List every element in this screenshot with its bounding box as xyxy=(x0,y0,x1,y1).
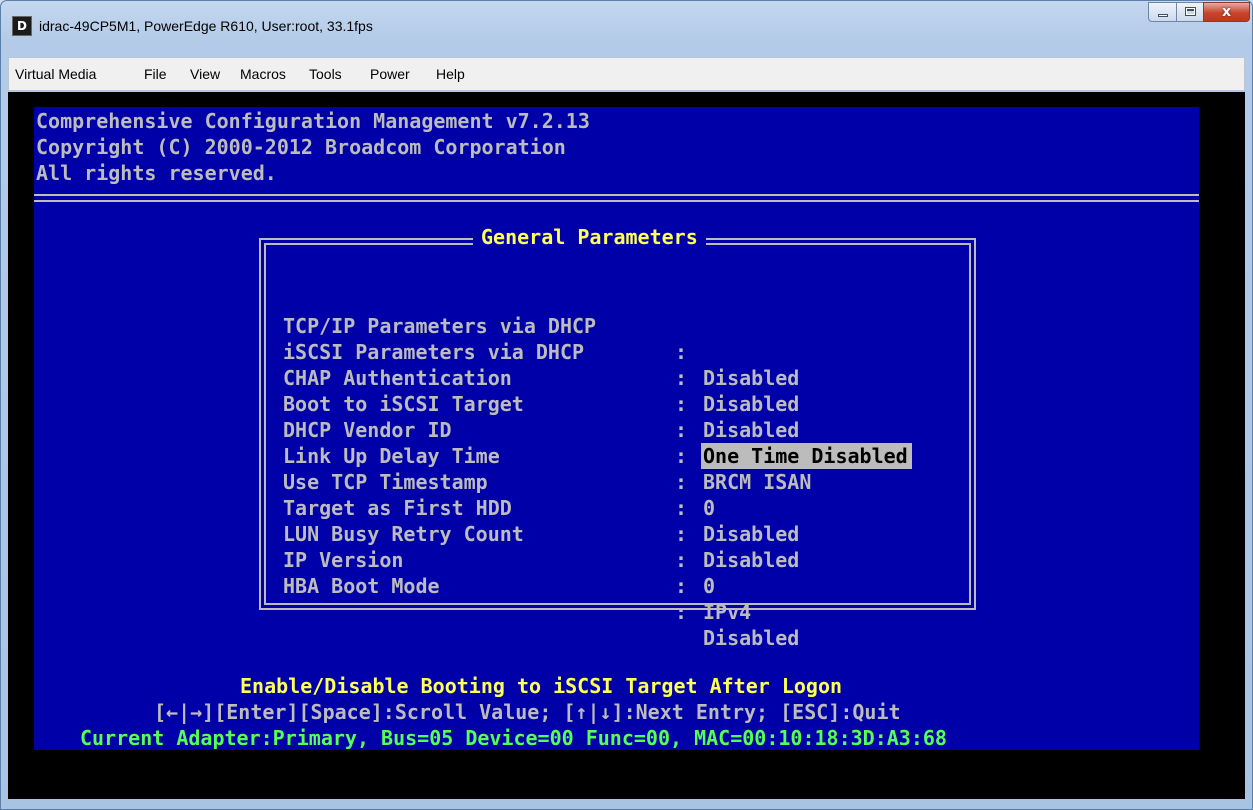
app-icon[interactable]: D xyxy=(12,16,32,36)
param-label: HBA Boot Mode xyxy=(283,574,440,598)
param-value-selected[interactable]: One Time Disabled xyxy=(701,443,912,469)
param-colon: : xyxy=(675,470,688,494)
param-colon: : xyxy=(675,548,688,572)
param-row-selected[interactable]: Boot to iSCSI Target : One Time Disabled xyxy=(283,365,912,469)
maximize-icon xyxy=(1185,7,1196,16)
maximize-button[interactable] xyxy=(1176,2,1204,22)
header-line-product: Comprehensive Configuration Management v… xyxy=(36,109,590,133)
param-value[interactable]: 0 xyxy=(703,495,715,521)
menu-power[interactable]: Power xyxy=(370,66,410,82)
param-row[interactable]: HBA Boot Mode : Disabled xyxy=(283,547,799,650)
remote-console[interactable]: Comprehensive Configuration Management v… xyxy=(8,92,1245,799)
param-colon: : xyxy=(675,340,688,364)
param-colon: : xyxy=(675,600,688,624)
title-bar[interactable]: D idrac-49CP5M1, PowerEdge R610, User:ro… xyxy=(1,1,1252,57)
param-row[interactable]: Use TCP Timestamp : Disabled xyxy=(283,443,799,546)
dialog-title: General Parameters xyxy=(473,224,706,250)
param-value[interactable]: 0 xyxy=(703,573,715,599)
param-value[interactable]: IPv4 xyxy=(703,599,751,625)
header-divider xyxy=(34,194,1199,202)
window-title: idrac-49CP5M1, PowerEdge R610, User:root… xyxy=(39,18,373,34)
param-colon: : xyxy=(675,392,688,416)
param-colon: : xyxy=(675,366,688,390)
param-value[interactable]: Disabled xyxy=(703,391,799,417)
menu-tools[interactable]: Tools xyxy=(309,66,342,82)
param-row[interactable]: TCP/IP Parameters via DHCP : Disabled xyxy=(283,287,799,390)
minimize-icon xyxy=(1158,14,1168,17)
param-row[interactable]: Link Up Delay Time : 0 xyxy=(283,417,715,520)
key-legend: [←|→][Enter][Space]:Scroll Value; [↑|↓]:… xyxy=(154,700,901,724)
help-text: Enable/Disable Booting to iSCSI Target A… xyxy=(240,674,843,698)
console-screen[interactable]: Comprehensive Configuration Management v… xyxy=(34,107,1199,750)
adapter-status: Current Adapter:Primary, Bus=05 Device=0… xyxy=(80,726,947,750)
param-value[interactable]: Disabled xyxy=(703,625,799,651)
param-row[interactable]: iSCSI Parameters via DHCP : Disabled xyxy=(283,313,799,416)
menu-file[interactable]: File xyxy=(144,66,167,82)
header-line-rights: All rights reserved. xyxy=(36,161,277,185)
minimize-button[interactable] xyxy=(1148,2,1177,22)
param-row[interactable]: LUN Busy Retry Count : 0 xyxy=(283,495,715,598)
param-colon: : xyxy=(675,444,688,468)
menu-view[interactable]: View xyxy=(190,66,220,82)
param-value[interactable]: Disabled xyxy=(703,547,799,573)
kvm-window: D idrac-49CP5M1, PowerEdge R610, User:ro… xyxy=(0,0,1253,810)
param-value[interactable]: Disabled xyxy=(703,417,799,443)
param-colon: : xyxy=(675,496,688,520)
header-line-copyright: Copyright (C) 2000-2012 Broadcom Corpora… xyxy=(36,135,566,159)
menu-help[interactable]: Help xyxy=(436,66,465,82)
param-value[interactable]: BRCM ISAN xyxy=(703,469,811,495)
param-value[interactable]: Disabled xyxy=(703,521,799,547)
param-row[interactable]: CHAP Authentication : Disabled xyxy=(283,339,799,442)
param-row[interactable]: IP Version : IPv4 xyxy=(283,521,751,624)
close-button[interactable]: x xyxy=(1203,2,1250,22)
general-parameters-dialog: General Parameters TCP/IP Parameters via… xyxy=(259,224,976,650)
menu-virtual-media[interactable]: Virtual Media xyxy=(15,66,96,82)
param-row[interactable]: Target as First HDD : Disabled xyxy=(283,469,799,572)
param-colon: : xyxy=(675,574,688,598)
menu-macros[interactable]: Macros xyxy=(240,66,286,82)
param-value[interactable]: Disabled xyxy=(703,365,799,391)
close-icon: x xyxy=(1221,4,1232,20)
menu-bar: Virtual Media File View Macros Tools Pow… xyxy=(8,57,1245,91)
param-colon: : xyxy=(675,522,688,546)
param-colon: : xyxy=(675,418,688,442)
param-row[interactable]: DHCP Vendor ID : BRCM ISAN xyxy=(283,391,811,494)
